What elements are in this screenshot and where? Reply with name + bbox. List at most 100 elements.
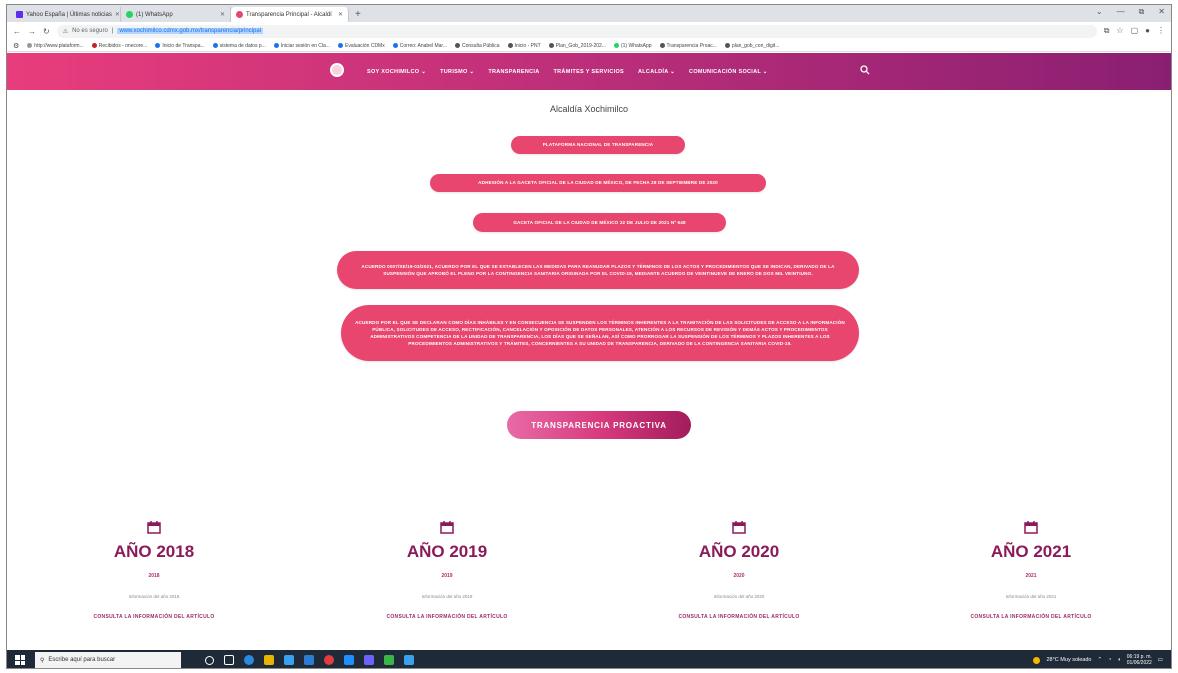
cortana-icon[interactable] (205, 655, 214, 665)
year-card-2021: AÑO 2021 2021 Información del año 2021 C… (931, 520, 1131, 620)
bookmark[interactable]: Correo: Anabel Mar... (392, 43, 447, 49)
tab-favicon-icon (16, 11, 23, 18)
share-icon[interactable]: ⧉ (1104, 26, 1110, 36)
site-logo-icon[interactable] (330, 63, 344, 77)
bookmark[interactable]: Plan_Gob_2019-202... (548, 43, 606, 49)
close-tab-icon[interactable]: ✕ (338, 11, 343, 18)
excel-icon[interactable] (384, 655, 394, 665)
acuerdo-dias-inhabiles-button[interactable]: ACUERDO POR EL QUE SE DECLARAN COMO DÍAS… (341, 305, 859, 361)
browser-tab-strip: Yahoo España | Últimas noticias ✕ (1) Wh… (7, 5, 1171, 22)
bookmark[interactable]: Inicio - PNT (507, 43, 541, 49)
omnibox[interactable]: ⚠ No es seguro | www.xochimilco.cdmx.gob… (56, 24, 1097, 38)
year-description: Información del año 2020 (713, 594, 765, 599)
year-subtitle: 2018 (148, 573, 160, 579)
bookmark[interactable]: sistema de datos p... (212, 42, 266, 49)
word-icon[interactable] (304, 655, 314, 665)
network-icon[interactable]: ◔ (1108, 657, 1111, 663)
window-icon[interactable]: ▢ (1131, 26, 1139, 36)
star-icon[interactable]: ☆ (1116, 26, 1123, 36)
file-explorer-icon[interactable] (264, 655, 274, 665)
store-icon[interactable] (284, 655, 294, 665)
notifications-icon[interactable]: ▭ (1158, 657, 1163, 663)
close-tab-icon[interactable]: ✕ (115, 11, 120, 18)
globe-icon (724, 43, 730, 48)
new-tab-button[interactable]: + (349, 7, 367, 22)
taskbar-search-placeholder: Escribe aquí para buscar (48, 657, 116, 663)
bookmark[interactable]: Recibidos - onecore... (91, 42, 148, 49)
year-title: AÑO 2020 (698, 542, 780, 561)
pnt-button[interactable]: PLATAFORMA NACIONAL DE TRANSPARENCIA (511, 136, 685, 154)
nav-item-turismo[interactable]: TURISMO ⌄ (440, 69, 474, 75)
gaceta-adhesion-button[interactable]: ADHESIÓN A LA GACETA OFICIAL DE LA CIUDA… (430, 174, 766, 192)
tab-search-button[interactable]: ⌄ (1096, 7, 1103, 17)
bookmark-label: plan_gob_con_digit... (731, 42, 780, 49)
main-menu: SOY XOCHIMILCO ⌄ TURISMO ⌄ TRANSPARENCIA… (367, 53, 768, 90)
windows-taskbar: ⚲ Escribe aquí para buscar 28°C Muy sole… (7, 650, 1171, 668)
acuerdo-0007-button[interactable]: ACUERDO 0007/SE/19-03/2021, ACUERDO POR … (337, 251, 859, 289)
menu-icon[interactable]: ⋮ (1157, 26, 1165, 36)
tray-arrow-icon[interactable]: ⌃ (1098, 657, 1103, 663)
weather-text[interactable]: 28°C Muy soleado (1046, 657, 1091, 663)
nav-item-soy-xochimilco[interactable]: SOY XOCHIMILCO ⌄ (367, 69, 426, 75)
bookmark[interactable]: Evaluación CDMx (337, 43, 385, 49)
back-icon[interactable]: ← (13, 27, 21, 36)
calendar-icon (732, 521, 746, 534)
apps-icon[interactable]: ⚙ (13, 42, 19, 50)
close-tab-icon[interactable]: ✕ (220, 11, 225, 18)
bookmark[interactable]: Inicio de Transpa... (155, 42, 205, 49)
browser-tab[interactable]: (1) WhatsApp ✕ (121, 7, 231, 22)
tab-favicon-icon (126, 11, 133, 18)
nav-item-transparencia[interactable]: TRANSPARENCIA (488, 69, 539, 75)
maximize-button[interactable]: ⧉ (1139, 7, 1145, 17)
close-window-button[interactable]: ✕ (1158, 7, 1165, 17)
nav-item-tramites[interactable]: TRÁMITES Y SERVICIOS (554, 69, 625, 75)
forward-icon[interactable]: → (28, 27, 36, 36)
reload-icon[interactable]: ↻ (43, 27, 50, 36)
bookmark-label: Consulta Pública (461, 42, 500, 49)
bookmark-label: Inicio de Transpa... (162, 42, 205, 49)
bookmark-label: Recibidos - onecore... (98, 42, 148, 49)
minimize-button[interactable]: — (1117, 7, 1125, 17)
profile-icon[interactable]: ● (1145, 26, 1150, 36)
volume-icon[interactable]: ◖ (1117, 657, 1120, 663)
consult-article-link[interactable]: CONSULTA LA INFORMACIÓN DEL ARTÍCULO (639, 614, 839, 620)
globe-icon (659, 43, 665, 48)
bookmark[interactable]: Iniciar sesión en Cla... (273, 43, 330, 49)
globe-icon (548, 43, 554, 48)
toolbar-icons: ⧉ ☆ ▢ ● ⋮ (1104, 26, 1165, 36)
nav-item-alcaldia[interactable]: ALCALDÍA ⌄ (638, 69, 675, 75)
bookmark[interactable]: Transparencia Proac... (659, 43, 717, 49)
chrome-icon[interactable] (324, 655, 334, 665)
consult-article-link[interactable]: CONSULTA LA INFORMACIÓN DEL ARTÍCULO (931, 614, 1131, 620)
clock[interactable]: 06:19 p. m. 01/06/2022 (1127, 654, 1152, 666)
gaceta-julio-button[interactable]: GACETA OFICIAL DE LA CIUDAD DE MÉXICO 22… (473, 213, 726, 232)
bookmark[interactable]: plan_gob_con_digit... (724, 42, 780, 49)
weather-icon (1033, 656, 1041, 664)
browser-tab[interactable]: Yahoo España | Últimas noticias ✕ (11, 7, 121, 22)
nav-item-comunicacion[interactable]: COMUNICACIÓN SOCIAL ⌄ (689, 69, 768, 75)
year-subtitle: 2021 (1025, 573, 1037, 579)
outlook-icon (392, 43, 398, 48)
bookmark-label: sistema de datos p... (219, 42, 266, 49)
window-controls: ⌄ — ⧉ ✕ (1096, 7, 1165, 17)
bookmark[interactable]: http://www.plataform... (27, 42, 84, 49)
browser-tab-active[interactable]: Transparencia Principal - Alcaldí ✕ (231, 7, 349, 22)
transparencia-proactiva-button[interactable]: TRANSPARENCIA PROACTIVA (507, 411, 691, 439)
task-view-icon[interactable] (224, 655, 234, 665)
windows-start-icon[interactable] (15, 655, 25, 665)
mail-icon[interactable] (344, 655, 354, 665)
edge-icon[interactable] (244, 655, 254, 665)
year-title: AÑO 2021 (990, 542, 1072, 561)
photos-icon[interactable] (404, 655, 414, 665)
url-text[interactable]: www.xochimilco.cdmx.gob.mx/transparencia… (117, 28, 264, 34)
whatsapp-icon (613, 43, 619, 48)
globe-icon (454, 43, 460, 48)
consult-article-link[interactable]: CONSULTA LA INFORMACIÓN DEL ARTÍCULO (347, 614, 547, 620)
search-icon[interactable] (860, 65, 870, 75)
bookmark[interactable]: (1) WhatsApp (613, 43, 652, 49)
bookmark-label: http://www.plataform... (34, 42, 84, 49)
taskbar-search-input[interactable]: ⚲ Escribe aquí para buscar (35, 652, 181, 668)
teams-icon[interactable] (364, 655, 374, 665)
consult-article-link[interactable]: CONSULTA LA INFORMACIÓN DEL ARTÍCULO (54, 614, 254, 620)
bookmark[interactable]: Consulta Pública (454, 42, 500, 49)
